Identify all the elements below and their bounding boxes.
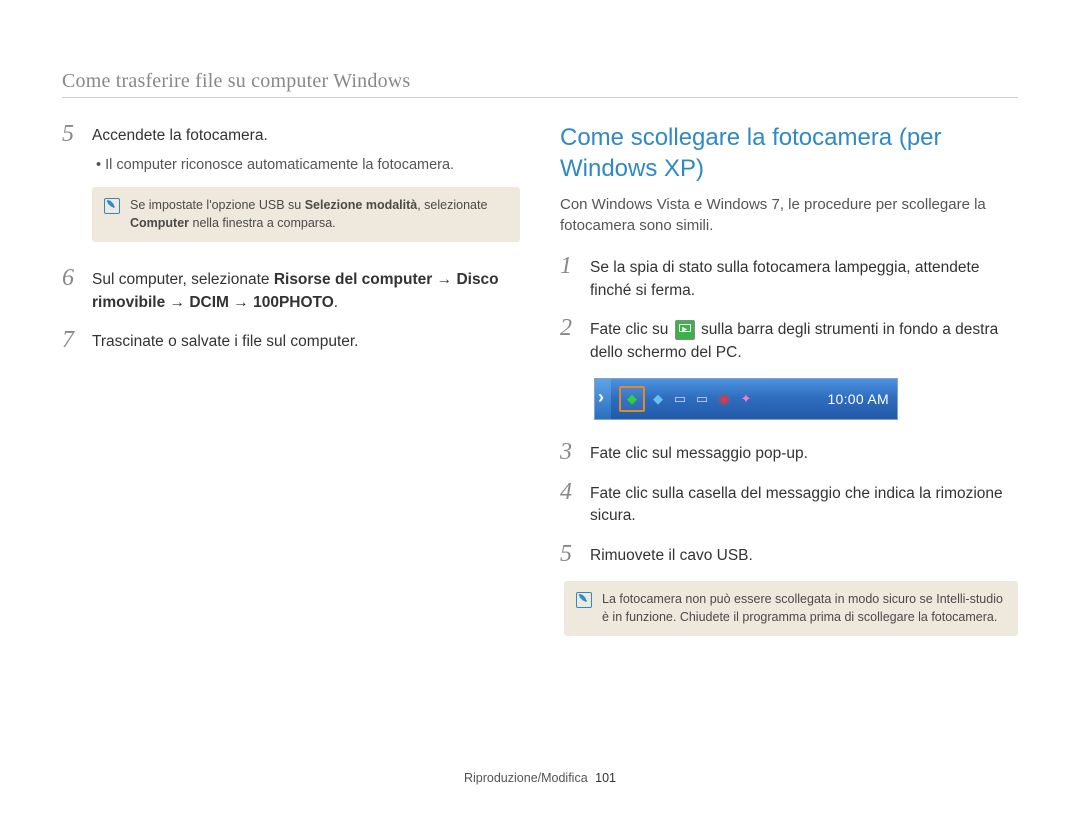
step-text: Se la spia di stato sulla fotocamera lam… xyxy=(590,254,1018,302)
step-text: Fate clic su sulla barra degli strumenti… xyxy=(590,316,1018,364)
step-5-subnote: Il computer riconosce automaticamente la… xyxy=(96,157,520,173)
section-intro: Con Windows Vista e Windows 7, le proced… xyxy=(560,194,1018,236)
safely-remove-hardware-icon: ◆ xyxy=(623,390,641,408)
taskbar-screenshot: ◆ ◆ ▭ ▭ ◉ ✦ 10:00 AM xyxy=(594,378,898,420)
safely-remove-hardware-icon xyxy=(675,320,695,340)
taskbar-expand-arrow xyxy=(595,379,611,419)
step-text: Rimuovete il cavo USB. xyxy=(590,542,753,567)
step-number: 4 xyxy=(560,480,578,504)
note-text: La fotocamera non può essere scollegata … xyxy=(602,591,1004,626)
display-icon: ▭ xyxy=(693,390,711,408)
monitor-icon: ▭ xyxy=(671,390,689,408)
note-icon xyxy=(104,198,120,214)
note-box-intelli-studio: La fotocamera non può essere scollegata … xyxy=(564,581,1018,636)
section-heading-disconnect: Come scollegare la fotocamera (per Windo… xyxy=(560,122,1018,184)
two-column-layout: 5 Accendete la fotocamera. Il computer r… xyxy=(62,122,1018,660)
volume-icon: ◉ xyxy=(715,390,733,408)
step-text: Sul computer, selezionate Risorse del co… xyxy=(92,266,520,314)
left-column: 5 Accendete la fotocamera. Il computer r… xyxy=(62,122,520,660)
step-number: 6 xyxy=(62,266,80,290)
page-footer: Riproduzione/Modifica 101 xyxy=(0,771,1080,785)
step-number: 1 xyxy=(560,254,578,278)
step-3: 3 Fate clic sul messaggio pop-up. xyxy=(560,440,1018,465)
step-2-before: Fate clic su xyxy=(590,321,673,338)
update-icon: ✦ xyxy=(737,390,755,408)
shield-icon: ◆ xyxy=(649,390,667,408)
step-6: 6 Sul computer, selezionate Risorse del … xyxy=(62,266,520,314)
page-breadcrumb-title: Come trasferire file su computer Windows xyxy=(62,70,1018,93)
step-number: 7 xyxy=(62,328,80,352)
step-number: 5 xyxy=(560,542,578,566)
step-number: 5 xyxy=(62,122,80,146)
system-tray: ◆ ◆ ▭ ▭ ◉ ✦ 10:00 AM xyxy=(611,379,897,419)
header-rule xyxy=(62,97,1018,98)
step-number: 2 xyxy=(560,316,578,340)
step-text: Fate clic sul messaggio pop-up. xyxy=(590,440,808,465)
step-1: 1 Se la spia di stato sulla fotocamera l… xyxy=(560,254,1018,302)
step-text: Fate clic sulla casella del messaggio ch… xyxy=(590,480,1018,528)
right-column: Come scollegare la fotocamera (per Windo… xyxy=(560,122,1018,660)
note-icon xyxy=(576,592,592,608)
step-number: 3 xyxy=(560,440,578,464)
step-5-right: 5 Rimuovete il cavo USB. xyxy=(560,542,1018,567)
step-2: 2 Fate clic su sulla barra degli strumen… xyxy=(560,316,1018,364)
footer-section: Riproduzione/Modifica xyxy=(464,771,588,785)
step-text: Accendete la fotocamera. xyxy=(92,122,268,147)
note-box-usb-option: Se impostate l'opzione USB su Selezione … xyxy=(92,187,520,242)
step-text: Trascinate o salvate i file sul computer… xyxy=(92,328,359,353)
step-5: 5 Accendete la fotocamera. xyxy=(62,122,520,147)
taskbar-clock: 10:00 AM xyxy=(827,391,889,407)
note-text: Se impostate l'opzione USB su Selezione … xyxy=(130,197,506,232)
tray-highlight-box: ◆ xyxy=(619,386,645,412)
step-4: 4 Fate clic sulla casella del messaggio … xyxy=(560,480,1018,528)
step-7: 7 Trascinate o salvate i file sul comput… xyxy=(62,328,520,353)
page-number: 101 xyxy=(595,771,616,785)
